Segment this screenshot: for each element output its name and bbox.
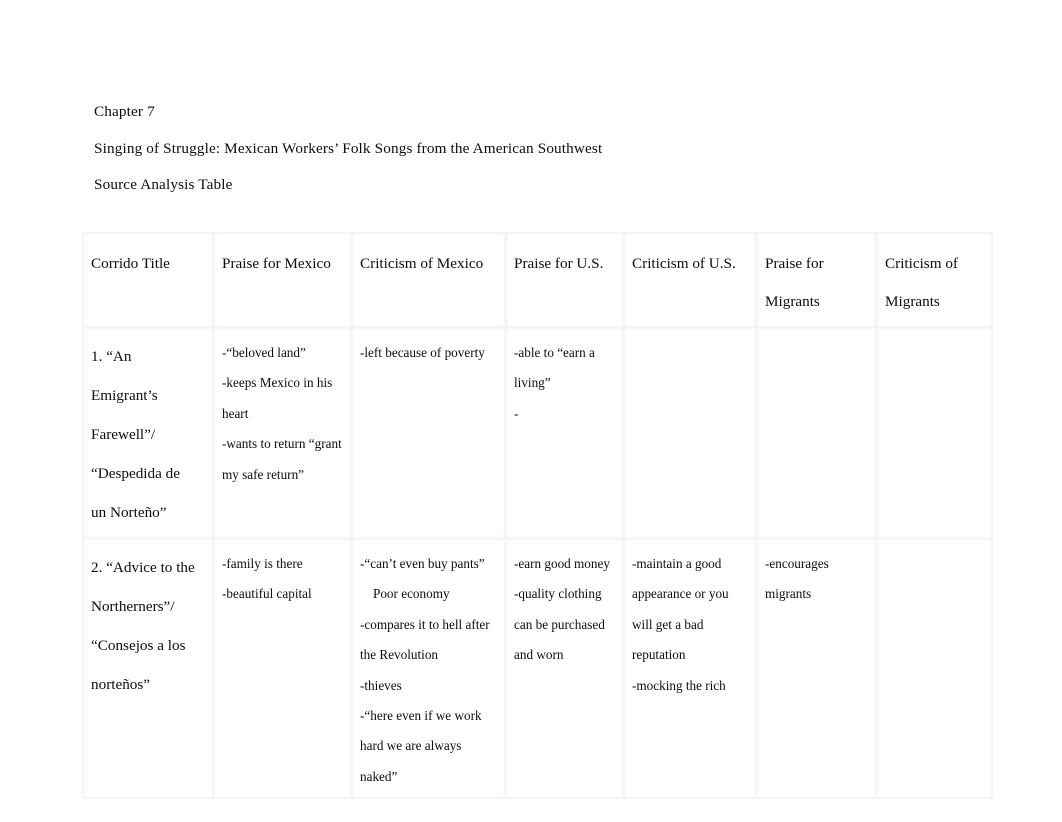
cell-text-line: -“can’t even buy pants” <box>360 556 485 571</box>
cell-content <box>877 328 992 344</box>
cell-criticism-of-migrants <box>876 537 993 800</box>
cell-content: Praise for Mexico <box>214 233 351 289</box>
corrido-title-line: “Consejos a los <box>91 637 186 654</box>
cell-content: Criticism of U.S. <box>624 233 756 289</box>
cell-criticism-of-migrants <box>876 327 993 539</box>
cell-criticism-of-mexico: -“can’t even buy pants” Poor economy -comp… <box>351 537 506 800</box>
cell-criticism-of-us <box>623 327 757 539</box>
cell-content: Criticism of Migrants <box>877 233 992 327</box>
cell-text-line: -“here even if we work <box>360 708 482 724</box>
column-header-criticism-of-mexico: Criticism of Mexico <box>351 232 506 328</box>
cell-content: Praise for U.S. <box>506 233 623 289</box>
cell-text-line: and worn <box>514 647 564 663</box>
cell-text-line: -compares it to hell after <box>360 616 490 632</box>
column-header-praise-for-mexico: Praise for Mexico <box>213 232 352 328</box>
cell-content: 1. “An Emigrant’s Farewell”/ “Despedida de u… <box>83 328 213 538</box>
cell-text-line: reputation <box>632 647 686 663</box>
heading-chapter: Chapter 7 <box>94 103 155 120</box>
cell-content: -family is there -beautiful capital <box>214 539 351 616</box>
cell-text-line: -beautiful capital <box>222 586 312 602</box>
column-header-label-line: Praise for <box>765 255 824 272</box>
column-header-criticism-of-migrants: Criticism of Migrants <box>876 232 993 328</box>
cell-content: -able to “earn a living” - <box>506 328 623 435</box>
cell-text-line: -quality clothing <box>514 586 602 602</box>
cell-text-line: will get a bad <box>632 616 704 632</box>
cell-text-line: -encourages <box>765 556 829 571</box>
cell-text-line: my safe return” <box>222 466 305 482</box>
cell-content <box>877 539 992 555</box>
cell-text-line: -family is there <box>222 556 303 571</box>
cell-praise-for-us: -able to “earn a living” - <box>505 327 624 539</box>
cell-praise-for-migrants: -encourages migrants <box>756 537 877 800</box>
corrido-title-line: Northerners”/ <box>91 598 175 615</box>
heading-title: Singing of Struggle: Mexican Workers’ Fo… <box>94 139 603 157</box>
cell-text-line: migrants <box>765 586 812 602</box>
table-header-row: Corrido Title Praise for Mexico Criticism … <box>82 232 993 328</box>
corrido-title-line: 2. “Advice to the <box>91 559 195 576</box>
cell-text-line: living” <box>514 375 551 391</box>
cell-text-line: -“beloved land” <box>222 345 306 360</box>
cell-content: -“beloved land” -keeps Mexico in his heart… <box>214 328 351 496</box>
cell-criticism-of-mexico: -left because of poverty <box>351 327 506 539</box>
cell-praise-for-mexico: -“beloved land” -keeps Mexico in his heart… <box>213 327 352 539</box>
cell-criticism-of-us: -maintain a good appearance or you will ge… <box>623 537 757 800</box>
cell-praise-for-mexico: -family is there -beautiful capital <box>213 537 352 800</box>
column-header-label-line: Criticism of <box>885 255 958 272</box>
cell-content <box>757 328 876 344</box>
cell-content: Corrido Title <box>83 233 213 289</box>
cell-text-line: naked” <box>360 768 398 784</box>
column-header-label-line: Praise for Mexico <box>222 255 331 272</box>
cell-content: -maintain a good appearance or you will ge… <box>624 539 756 707</box>
cell-text-line: -wants to return “grant <box>222 436 342 452</box>
cell-content: -left because of poverty <box>352 328 505 374</box>
cell-praise-for-us: -earn good money -quality clothing can be … <box>505 537 624 800</box>
document-heading-block: Chapter 7 Singing of Struggle: Mexican W… <box>94 94 914 204</box>
cell-text-line: -keeps Mexico in his <box>222 375 333 391</box>
corrido-title-line: norteños” <box>91 676 151 693</box>
column-header-corrido-title: Corrido Title <box>82 232 214 328</box>
cell-content <box>624 328 756 344</box>
cell-text-line: hard we are always <box>360 738 462 754</box>
cell-text-line: -left because of poverty <box>360 345 485 360</box>
cell-text-line: -able to “earn a <box>514 345 595 360</box>
cell-text-line: the Revolution <box>360 647 439 663</box>
column-header-label-line: Criticism of U.S. <box>632 255 736 272</box>
cell-text-line: Poor economy <box>373 586 450 602</box>
corrido-title-cell: 2. “Advice to the Northerners”/ “Consejos … <box>82 537 214 800</box>
heading-subtitle: Source Analysis Table <box>94 176 233 193</box>
cell-text-line: appearance or you <box>632 586 729 602</box>
column-header-criticism-of-us: Criticism of U.S. <box>623 232 757 328</box>
cell-content: -earn good money -quality clothing can be … <box>506 539 623 677</box>
cell-content: -encourages migrants <box>757 539 876 616</box>
cell-praise-for-migrants <box>756 327 877 539</box>
corrido-title-line: Emigrant’s <box>91 387 158 404</box>
source-analysis-table: Corrido Title Praise for Mexico Criticism … <box>82 232 993 800</box>
cell-text-line: can be purchased <box>514 616 605 632</box>
corrido-title-cell: 1. “An Emigrant’s Farewell”/ “Despedida de u… <box>82 327 214 539</box>
cell-text-line: -mocking the rich <box>632 677 726 693</box>
column-header-label-line: Migrants <box>765 293 820 310</box>
column-header-label-line: Corrido Title <box>91 255 170 272</box>
table-row: 1. “An Emigrant’s Farewell”/ “Despedida de u… <box>82 327 993 539</box>
table-row: 2. “Advice to the Northerners”/ “Consejos … <box>82 537 993 800</box>
cell-text-line: heart <box>222 405 249 421</box>
cell-text-line: -earn good money <box>514 556 610 571</box>
corrido-title-line: 1. “An <box>91 348 132 365</box>
corrido-title-line: “Despedida de <box>91 465 180 482</box>
cell-content: 2. “Advice to the Northerners”/ “Consejos … <box>83 539 213 710</box>
column-header-label-line: Praise for U.S. <box>514 255 604 272</box>
column-header-praise-for-migrants: Praise for Migrants <box>756 232 877 328</box>
cell-text-line: -maintain a good <box>632 556 722 571</box>
corrido-title-line: un Norteño” <box>91 504 167 521</box>
cell-content: Praise for Migrants <box>757 233 876 327</box>
cell-text-line: - <box>514 405 519 421</box>
corrido-title-line: Farewell”/ <box>91 426 156 443</box>
column-header-label-line: Migrants <box>885 293 940 310</box>
cell-content: -“can’t even buy pants” Poor economy -comp… <box>352 539 505 798</box>
column-header-praise-for-us: Praise for U.S. <box>505 232 624 328</box>
cell-text-line: -thieves <box>360 677 402 693</box>
column-header-label-line: Criticism of Mexico <box>360 255 484 272</box>
cell-content: Criticism of Mexico <box>352 233 505 289</box>
